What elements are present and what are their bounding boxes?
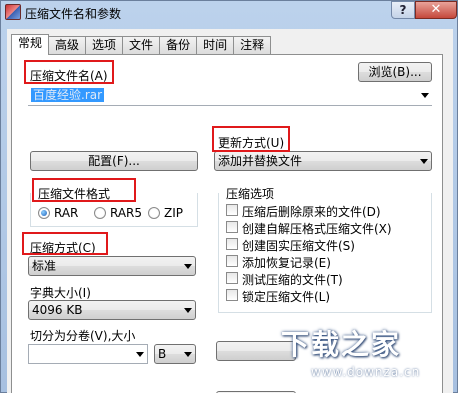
checkbox[interactable]: [226, 204, 238, 216]
dictionary-select[interactable]: 4096 KB: [28, 300, 196, 320]
checkbox[interactable]: [226, 221, 238, 233]
tab-comment[interactable]: 注释: [233, 36, 272, 54]
format-zip-label: ZIP: [164, 206, 183, 220]
archive-name-input[interactable]: 百度经验.rar: [28, 86, 432, 106]
archive-name-value: 百度经验.rar: [31, 88, 105, 102]
checkbox[interactable]: [226, 255, 238, 267]
option-label: 压缩后删除原来的文件(D): [242, 205, 381, 219]
watermark-url: www.downza.cn: [311, 365, 421, 379]
format-zip-radio[interactable]: [148, 207, 160, 219]
option-label: 锁定压缩文件(L): [242, 290, 331, 304]
watermark-title: 下载之家: [281, 328, 402, 361]
update-mode-select[interactable]: 添加并替换文件: [214, 151, 432, 171]
format-rar5-radio[interactable]: [94, 207, 106, 219]
checkbox[interactable]: [226, 238, 238, 250]
help-button[interactable]: ?: [391, 1, 415, 19]
annotation-box: [212, 126, 290, 152]
chevron-down-icon: [420, 159, 428, 164]
tab-bar: 常规 高级 选项 文件 备份 时间 注释: [11, 34, 272, 55]
tab-general[interactable]: 常规: [11, 34, 50, 55]
option-label: 创建固实压缩文件(S): [242, 239, 355, 253]
option-label: 创建自解压格式压缩文件(X): [242, 222, 392, 236]
tab-advanced[interactable]: 高级: [48, 36, 87, 54]
tab-backup[interactable]: 备份: [159, 36, 198, 54]
method-value: 标准: [32, 259, 57, 273]
close-button[interactable]: ✕: [415, 1, 457, 19]
chevron-down-icon: [136, 352, 144, 357]
dialog-window: 压缩文件名和参数 ? ✕ 常规 高级 选项 文件 备份 时间 注释 压缩文件名(…: [0, 0, 458, 393]
split-label: 切分为分卷(V),大小: [30, 329, 136, 343]
dictionary-label: 字典大小(I): [30, 286, 91, 300]
watermark: 下载之家 www.downza.cn: [271, 319, 458, 393]
split-unit-value: B: [158, 347, 167, 361]
format-rar-radio[interactable]: [38, 207, 50, 219]
annotation-box: [24, 60, 114, 84]
format-rar5-label: RAR5: [110, 206, 143, 220]
tab-time[interactable]: 时间: [196, 36, 235, 54]
dictionary-value: 4096 KB: [32, 303, 83, 317]
option-label: 测试压缩的文件(T): [242, 273, 343, 287]
window-title: 压缩文件名和参数: [25, 7, 122, 21]
method-select[interactable]: 标准: [28, 256, 196, 276]
tab-files[interactable]: 文件: [122, 36, 161, 54]
profiles-button[interactable]: 配置(F)...: [30, 151, 198, 171]
split-size-input[interactable]: [28, 344, 148, 364]
annotation-box: [32, 178, 136, 202]
annotation-box: [22, 232, 108, 255]
chevron-down-icon: [184, 264, 192, 269]
chevron-down-icon[interactable]: [421, 93, 429, 98]
browse-button[interactable]: 浏览(B)...: [358, 62, 432, 82]
checkbox[interactable]: [226, 272, 238, 284]
title-bar[interactable]: 压缩文件名和参数 ? ✕: [1, 1, 458, 23]
update-mode-value: 添加并替换文件: [218, 154, 303, 168]
chevron-down-icon: [184, 352, 192, 357]
split-unit-select[interactable]: B: [154, 344, 196, 364]
chevron-down-icon: [184, 308, 192, 313]
winrar-icon: [5, 4, 21, 20]
format-rar-label: RAR: [54, 206, 79, 220]
tab-options[interactable]: 选项: [85, 36, 124, 54]
option-label: 添加恢复记录(E): [242, 256, 331, 270]
checkbox[interactable]: [226, 289, 238, 301]
